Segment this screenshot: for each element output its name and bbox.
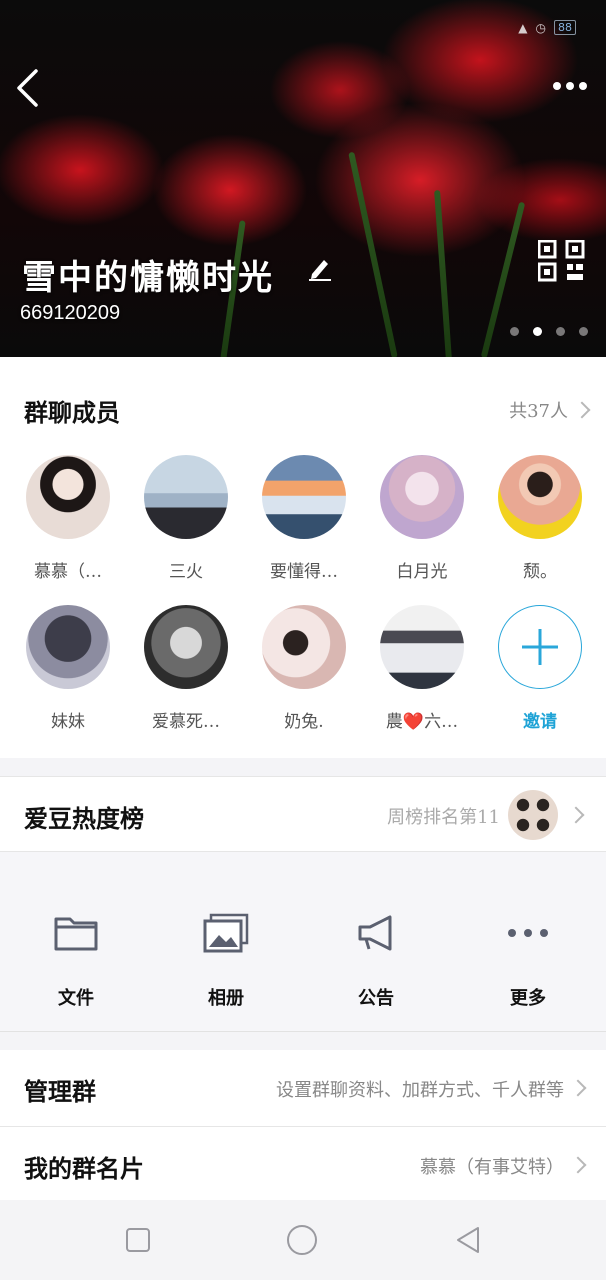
member-item[interactable]: 三火 — [131, 455, 241, 582]
pencil-icon — [309, 260, 331, 281]
qr-code-button[interactable] — [537, 239, 586, 282]
quick-actions: 文件 相册 公告 更多 — [0, 852, 606, 1032]
member-name: 颓。 — [523, 562, 557, 582]
member-item[interactable]: 農❤️六… — [367, 605, 477, 732]
group-id: 669120209 — [20, 302, 121, 324]
members-count-link[interactable]: 共37人 — [509, 397, 591, 423]
member-item[interactable]: 白月光 — [367, 455, 477, 582]
square-icon — [126, 1228, 150, 1252]
more-dot-icon — [553, 82, 561, 90]
group-name: 雪中的慵懒时光 — [22, 258, 274, 298]
idol-rank-thumbnail — [508, 790, 558, 840]
banner-pager[interactable] — [510, 327, 588, 336]
back-arrow-icon — [17, 69, 38, 107]
group-card-row[interactable]: 我的群名片 慕慕（有事艾特） — [0, 1127, 606, 1203]
pager-dot-active[interactable] — [533, 327, 542, 336]
qr-code-icon — [537, 239, 585, 282]
chevron-right-icon — [573, 401, 591, 419]
member-item[interactable]: 妹妹 — [13, 605, 123, 732]
pager-dot[interactable] — [510, 327, 519, 336]
avatar — [26, 455, 110, 539]
avatar — [262, 455, 346, 539]
avatar — [262, 605, 346, 689]
recents-button[interactable] — [120, 1222, 156, 1258]
back-nav-button[interactable] — [450, 1222, 486, 1258]
more-dot-icon — [566, 82, 574, 90]
member-name: 要懂得… — [270, 562, 338, 582]
chevron-right-icon — [567, 806, 585, 824]
manage-group-value: 设置群聊资料、加群方式、千人群等 — [276, 1080, 564, 1101]
back-button[interactable] — [12, 66, 42, 110]
more-button[interactable]: 更多 — [468, 910, 588, 1010]
member-item[interactable]: 颓。 — [485, 455, 595, 582]
member-item[interactable]: 要懂得… — [249, 455, 359, 582]
alarm-icon: ◷ — [535, 20, 546, 35]
status-bar: ▲ ◷ 88 — [518, 20, 576, 35]
action-label: 文件 — [58, 988, 94, 1009]
action-label: 相册 — [208, 988, 244, 1009]
more-dots-icon — [504, 910, 552, 956]
avatar — [498, 455, 582, 539]
chevron-right-icon — [569, 1156, 587, 1174]
member-name: 三火 — [169, 562, 203, 582]
circle-icon — [287, 1225, 317, 1255]
member-name: 白月光 — [396, 562, 448, 582]
group-card-label: 我的群名片 — [24, 1154, 144, 1183]
idol-rank-title: 爱豆热度榜 — [24, 804, 144, 833]
invite-button[interactable]: 邀请 — [485, 605, 595, 732]
group-banner: ▲ ◷ 88 雪中的慵懒时光 669120209 — [0, 0, 606, 357]
more-dot-icon — [579, 82, 587, 90]
avatar — [26, 605, 110, 689]
member-item[interactable]: 奶兔. — [249, 605, 359, 732]
member-name: 農❤️六… — [385, 712, 459, 732]
more-options-button[interactable] — [550, 76, 590, 96]
idol-rank-row[interactable]: 爱豆热度榜 周榜排名第11 — [0, 776, 606, 852]
idol-rank-value: 周榜排名第11 — [387, 807, 500, 828]
signal-icon: ▲ — [518, 20, 528, 35]
home-button[interactable] — [284, 1222, 320, 1258]
chevron-right-icon — [569, 1079, 587, 1097]
edit-group-name-button[interactable] — [306, 254, 334, 282]
system-nav-bar — [0, 1200, 606, 1280]
flower-stem — [434, 189, 452, 357]
member-name: 爱慕死… — [152, 712, 220, 732]
pager-dot[interactable] — [556, 327, 565, 336]
member-name: 妹妹 — [51, 712, 85, 732]
members-count: 共37人 — [509, 401, 568, 422]
album-button[interactable]: 相册 — [166, 910, 286, 1010]
group-card-value: 慕慕（有事艾特） — [420, 1157, 564, 1178]
member-name: 奶兔. — [284, 712, 324, 732]
action-label: 更多 — [510, 988, 546, 1009]
triangle-back-icon — [457, 1227, 479, 1253]
megaphone-icon — [352, 910, 400, 956]
files-button[interactable]: 文件 — [16, 910, 136, 1010]
battery-indicator: 88 — [554, 20, 576, 35]
member-item[interactable]: 慕慕（… — [13, 455, 123, 582]
avatar — [380, 455, 464, 539]
member-item[interactable]: 爱慕死… — [131, 605, 241, 732]
members-section: 群聊成员 共37人 慕慕（… 三火 要懂得… 白月光 颓。 妹妹 爱慕死… 奶兔… — [0, 357, 606, 758]
invite-label: 邀请 — [523, 712, 557, 732]
member-name: 慕慕（… — [34, 562, 102, 582]
invite-circle — [498, 605, 582, 689]
avatar — [144, 455, 228, 539]
avatar — [380, 605, 464, 689]
folder-icon — [52, 910, 100, 956]
album-icon — [202, 910, 250, 956]
avatar — [144, 605, 228, 689]
plus-icon — [522, 629, 558, 665]
announcement-button[interactable]: 公告 — [316, 910, 436, 1010]
manage-group-label: 管理群 — [24, 1077, 96, 1106]
manage-group-row[interactable]: 管理群 设置群聊资料、加群方式、千人群等 — [0, 1050, 606, 1126]
members-title: 群聊成员 — [24, 398, 120, 427]
pager-dot[interactable] — [579, 327, 588, 336]
flower-stem — [348, 151, 398, 357]
action-label: 公告 — [358, 988, 394, 1009]
